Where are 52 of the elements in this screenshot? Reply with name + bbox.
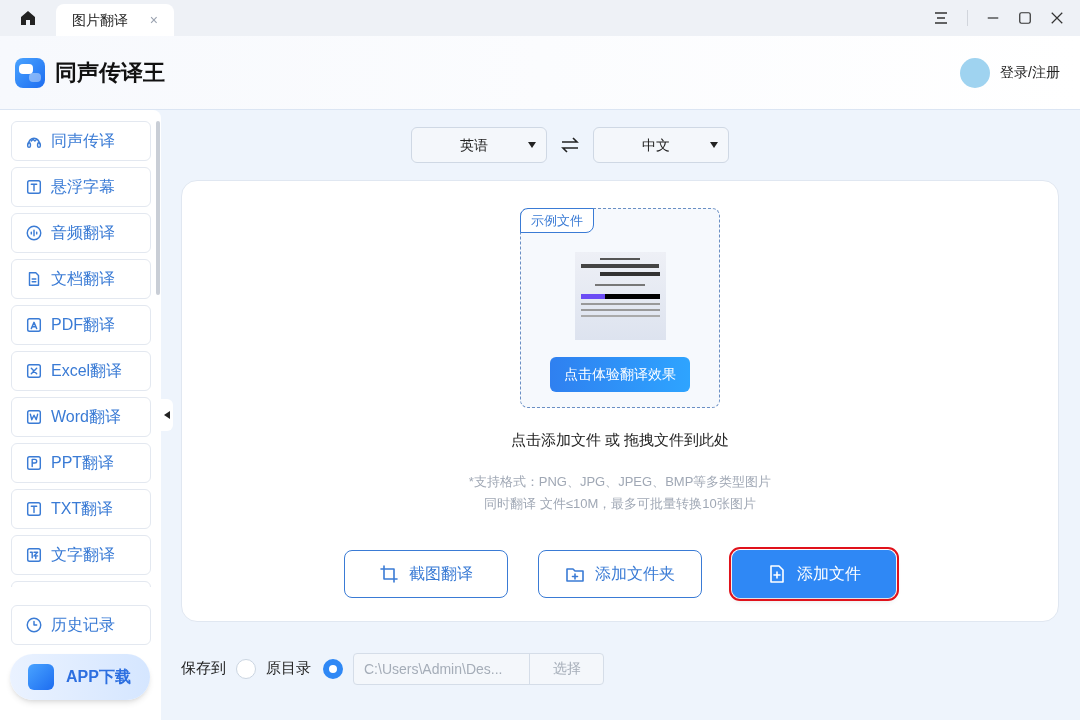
dropdown-caret-icon <box>528 142 536 148</box>
action-button[interactable]: 添加文件夹 <box>538 549 702 598</box>
word-icon <box>25 408 43 426</box>
audio-icon <box>25 224 43 242</box>
sidebar-item[interactable]: 同声传译 <box>11 121 151 161</box>
menu-icon[interactable] <box>933 10 949 26</box>
pdf-icon <box>25 316 43 334</box>
sidebar-item[interactable]: PPT翻译 <box>11 443 151 483</box>
source-language-select[interactable]: 英语 <box>411 127 547 163</box>
dropdown-caret-icon <box>710 142 718 148</box>
maximize-icon[interactable] <box>1018 11 1032 25</box>
text-t-icon <box>25 178 43 196</box>
ppt-icon <box>25 454 43 472</box>
tab-close-button[interactable]: × <box>149 9 158 31</box>
sidebar-item[interactable]: Word翻译 <box>11 397 151 437</box>
sidebar-item[interactable]: TXT翻译 <box>11 489 151 529</box>
try-sample-button[interactable]: 点击体验翻译效果 <box>550 357 690 392</box>
collapse-icon <box>164 411 170 419</box>
text-t-icon <box>25 500 43 518</box>
swap-icon[interactable] <box>559 136 581 154</box>
crop-icon <box>379 563 399 584</box>
sample-file-tag: 示例文件 <box>520 208 594 233</box>
tab[interactable]: 图片翻译 × <box>56 4 174 36</box>
tab-label: 图片翻译 <box>72 10 128 30</box>
app-download-button[interactable]: APP下载 <box>10 654 150 700</box>
collapse-handle[interactable] <box>161 399 173 431</box>
file-plus-icon <box>767 563 787 584</box>
login-link[interactable]: 登录/注册 <box>1000 62 1060 83</box>
text-icon <box>25 546 43 564</box>
excel-icon <box>25 362 43 380</box>
clock-icon <box>25 616 43 634</box>
app-logo-icon <box>28 664 54 690</box>
sidebar-item[interactable]: PDF翻译 <box>11 305 151 345</box>
app-name: 同声传译王 <box>55 59 165 87</box>
format-note: *支持格式：PNG、JPG、JPEG、BMP等多类型图片 <box>468 472 772 491</box>
radio-label: 原目录 <box>266 658 311 679</box>
sidebar-item[interactable]: 悬浮字幕 <box>11 167 151 207</box>
save-to-label: 保存到 <box>181 658 226 679</box>
sidebar-item[interactable]: 文档翻译 <box>11 259 151 299</box>
app-logo-icon <box>15 57 45 88</box>
history-button[interactable]: 历史记录 <box>11 605 151 645</box>
sidebar-item[interactable]: Excel翻译 <box>11 351 151 391</box>
home-icon[interactable] <box>20 10 36 26</box>
action-button[interactable]: 截图翻译 <box>344 549 508 598</box>
sidebar-item[interactable]: 音频翻译 <box>11 213 151 253</box>
radio-button[interactable] <box>323 658 343 679</box>
format-note: 同时翻译 文件≤10M，最多可批量转换10张图片 <box>484 494 756 513</box>
target-language-select[interactable]: 中文 <box>593 127 729 163</box>
action-button[interactable]: 添加文件 <box>732 549 896 598</box>
close-icon[interactable] <box>1050 11 1064 25</box>
drop-prompt: 点击添加文件 或 拖拽文件到此处 <box>510 430 730 450</box>
sidebar-item[interactable]: 文字翻译 <box>11 535 151 575</box>
